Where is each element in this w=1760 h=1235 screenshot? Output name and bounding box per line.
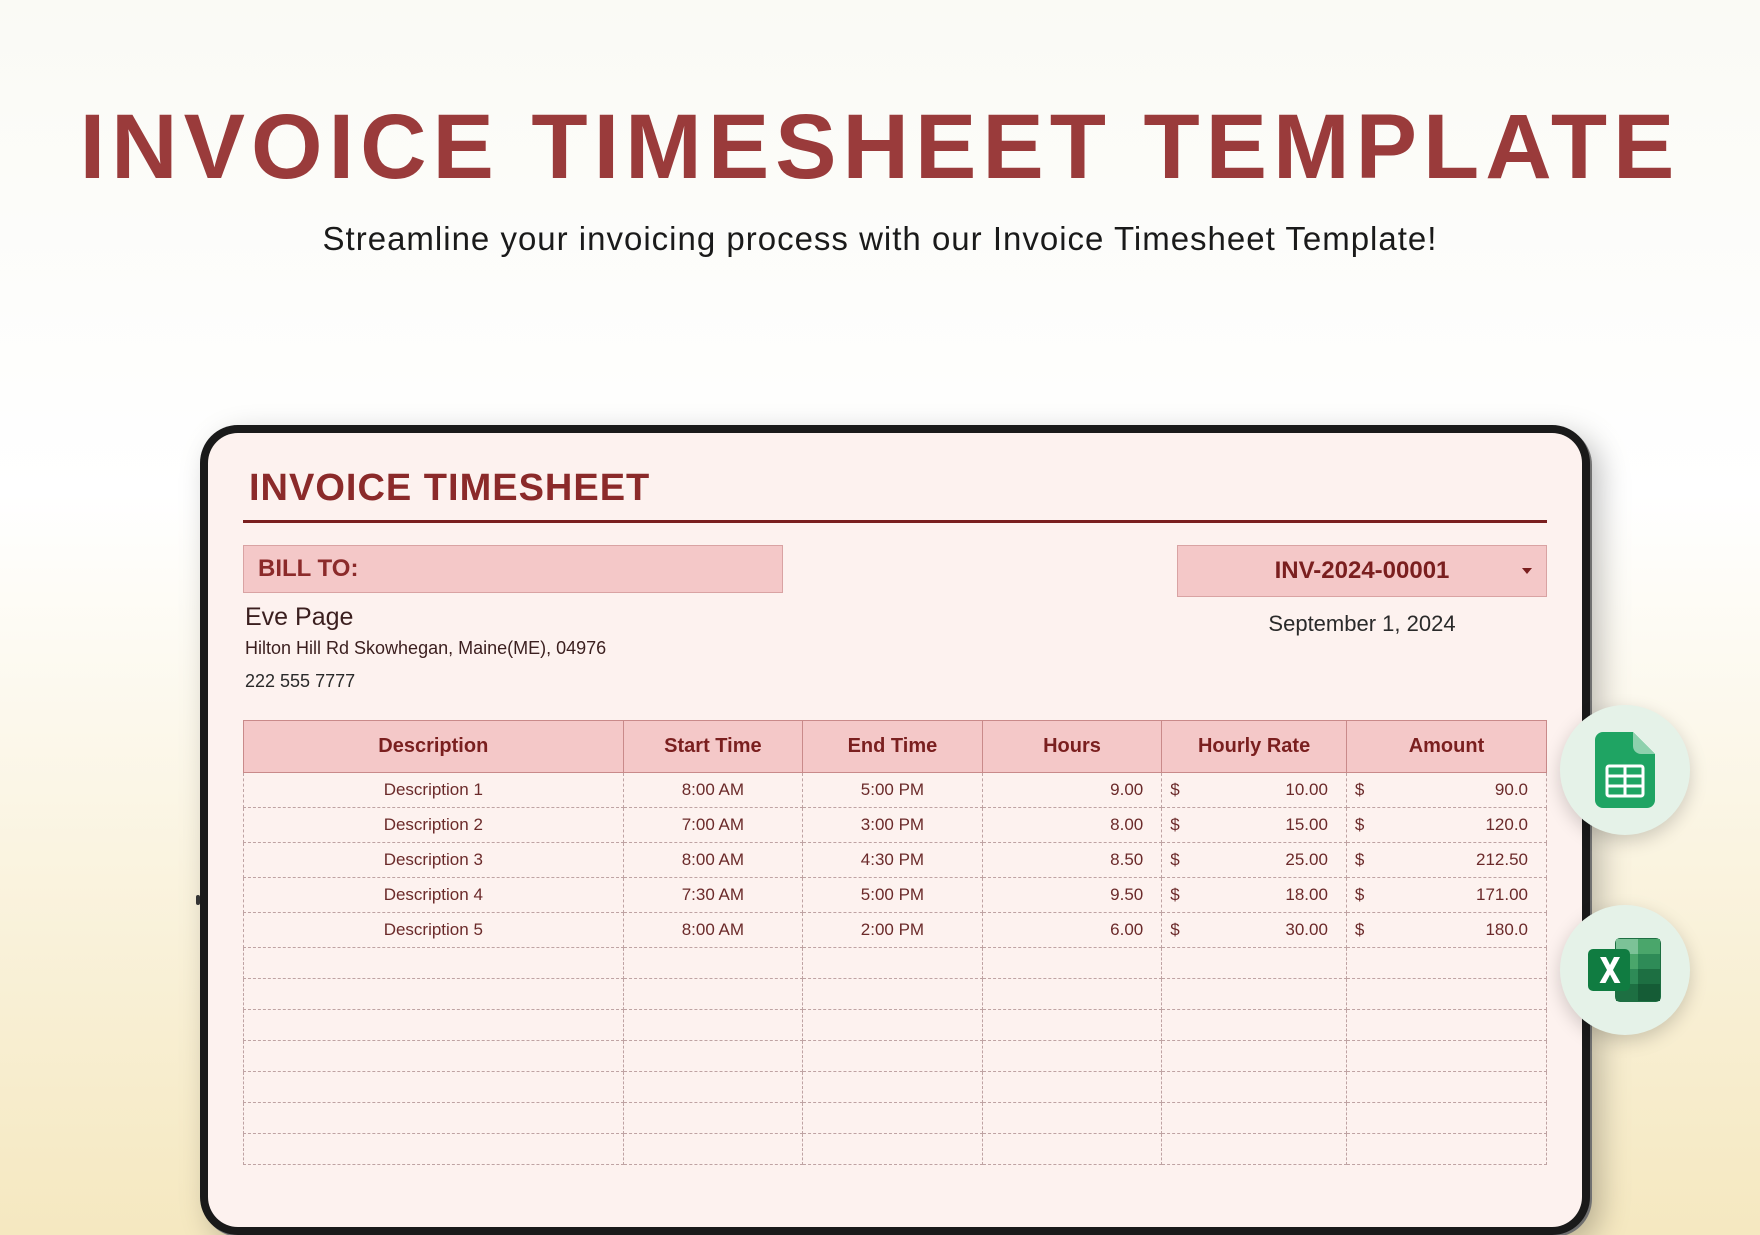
cell-description[interactable]: Description 5 [244, 913, 624, 948]
cell-amount[interactable]: $120.0 [1346, 808, 1546, 843]
cell-start-time[interactable]: 7:00 AM [623, 808, 803, 843]
cell-end-time[interactable]: 2:00 PM [803, 913, 983, 948]
table-header-row: Description Start Time End Time Hours Ho… [244, 721, 1547, 773]
cell-end-time[interactable]: 3:00 PM [803, 808, 983, 843]
tablet-frame: INVOICE TIMESHEET BILL TO: Eve Page Hilt… [200, 425, 1590, 1235]
cell-amount[interactable]: $90.0 [1346, 773, 1546, 808]
col-amount: Amount [1346, 721, 1546, 773]
table-row-empty [244, 1103, 1547, 1134]
cell-end-time[interactable]: 5:00 PM [803, 773, 983, 808]
tablet-button-icon [196, 895, 200, 905]
col-description: Description [244, 721, 624, 773]
cell-amount[interactable]: $180.0 [1346, 913, 1546, 948]
cell-start-time[interactable]: 8:00 AM [623, 913, 803, 948]
table-row-empty [244, 1041, 1547, 1072]
table-row-empty [244, 948, 1547, 979]
tablet-screen: INVOICE TIMESHEET BILL TO: Eve Page Hilt… [208, 433, 1582, 1227]
bill-to-block: BILL TO: Eve Page Hilton Hill Rd Skowheg… [243, 545, 783, 692]
cell-description[interactable]: Description 1 [244, 773, 624, 808]
cell-hours[interactable]: 9.50 [982, 878, 1162, 913]
cell-description[interactable]: Description 4 [244, 878, 624, 913]
bill-to-phone: 222 555 7777 [245, 671, 783, 692]
cell-rate[interactable]: $10.00 [1162, 773, 1347, 808]
table-row-empty [244, 1134, 1547, 1165]
timesheet-table: Description Start Time End Time Hours Ho… [243, 720, 1547, 1165]
table-row-empty [244, 1072, 1547, 1103]
col-end-time: End Time [803, 721, 983, 773]
col-hours: Hours [982, 721, 1162, 773]
cell-end-time[interactable]: 5:00 PM [803, 878, 983, 913]
table-row-empty [244, 1010, 1547, 1041]
table-row: Description 18:00 AM5:00 PM9.00$10.00$90… [244, 773, 1547, 808]
cell-amount[interactable]: $212.50 [1346, 843, 1546, 878]
table-row: Description 38:00 AM4:30 PM8.50$25.00$21… [244, 843, 1547, 878]
invoice-date: September 1, 2024 [1177, 611, 1547, 637]
document-title: INVOICE TIMESHEET [249, 467, 1547, 510]
cell-amount[interactable]: $171.00 [1346, 878, 1546, 913]
table-row: Description 27:00 AM3:00 PM8.00$15.00$12… [244, 808, 1547, 843]
table-row-empty [244, 979, 1547, 1010]
excel-icon [1586, 935, 1664, 1005]
table-row: Description 47:30 AM5:00 PM9.50$18.00$17… [244, 878, 1547, 913]
excel-badge[interactable] [1560, 905, 1690, 1035]
cell-start-time[interactable]: 8:00 AM [623, 843, 803, 878]
cell-hours[interactable]: 8.50 [982, 843, 1162, 878]
col-hourly-rate: Hourly Rate [1162, 721, 1347, 773]
cell-description[interactable]: Description 3 [244, 843, 624, 878]
invoice-number-dropdown[interactable]: INV-2024-00001 [1177, 545, 1547, 597]
cell-description[interactable]: Description 2 [244, 808, 624, 843]
cell-hours[interactable]: 6.00 [982, 913, 1162, 948]
table-row: Description 58:00 AM2:00 PM6.00$30.00$18… [244, 913, 1547, 948]
cell-start-time[interactable]: 7:30 AM [623, 878, 803, 913]
cell-rate[interactable]: $18.00 [1162, 878, 1347, 913]
cell-hours[interactable]: 8.00 [982, 808, 1162, 843]
title-rule [243, 520, 1547, 523]
cell-hours[interactable]: 9.00 [982, 773, 1162, 808]
invoice-number: INV-2024-00001 [1275, 557, 1450, 584]
col-start-time: Start Time [623, 721, 803, 773]
google-sheets-icon [1595, 732, 1655, 808]
invoice-meta-block: INV-2024-00001 September 1, 2024 [1177, 545, 1547, 637]
header-section: BILL TO: Eve Page Hilton Hill Rd Skowheg… [243, 545, 1547, 692]
cell-end-time[interactable]: 4:30 PM [803, 843, 983, 878]
page-title: INVOICE TIMESHEET TEMPLATE [0, 95, 1760, 200]
bill-to-name: Eve Page [245, 603, 783, 632]
page-subtitle: Streamline your invoicing process with o… [0, 220, 1760, 258]
cell-rate[interactable]: $25.00 [1162, 843, 1347, 878]
google-sheets-badge[interactable] [1560, 705, 1690, 835]
cell-rate[interactable]: $30.00 [1162, 913, 1347, 948]
chevron-down-icon [1522, 568, 1532, 574]
bill-to-address: Hilton Hill Rd Skowhegan, Maine(ME), 049… [245, 638, 783, 659]
cell-start-time[interactable]: 8:00 AM [623, 773, 803, 808]
cell-rate[interactable]: $15.00 [1162, 808, 1347, 843]
bill-to-label: BILL TO: [243, 545, 783, 593]
